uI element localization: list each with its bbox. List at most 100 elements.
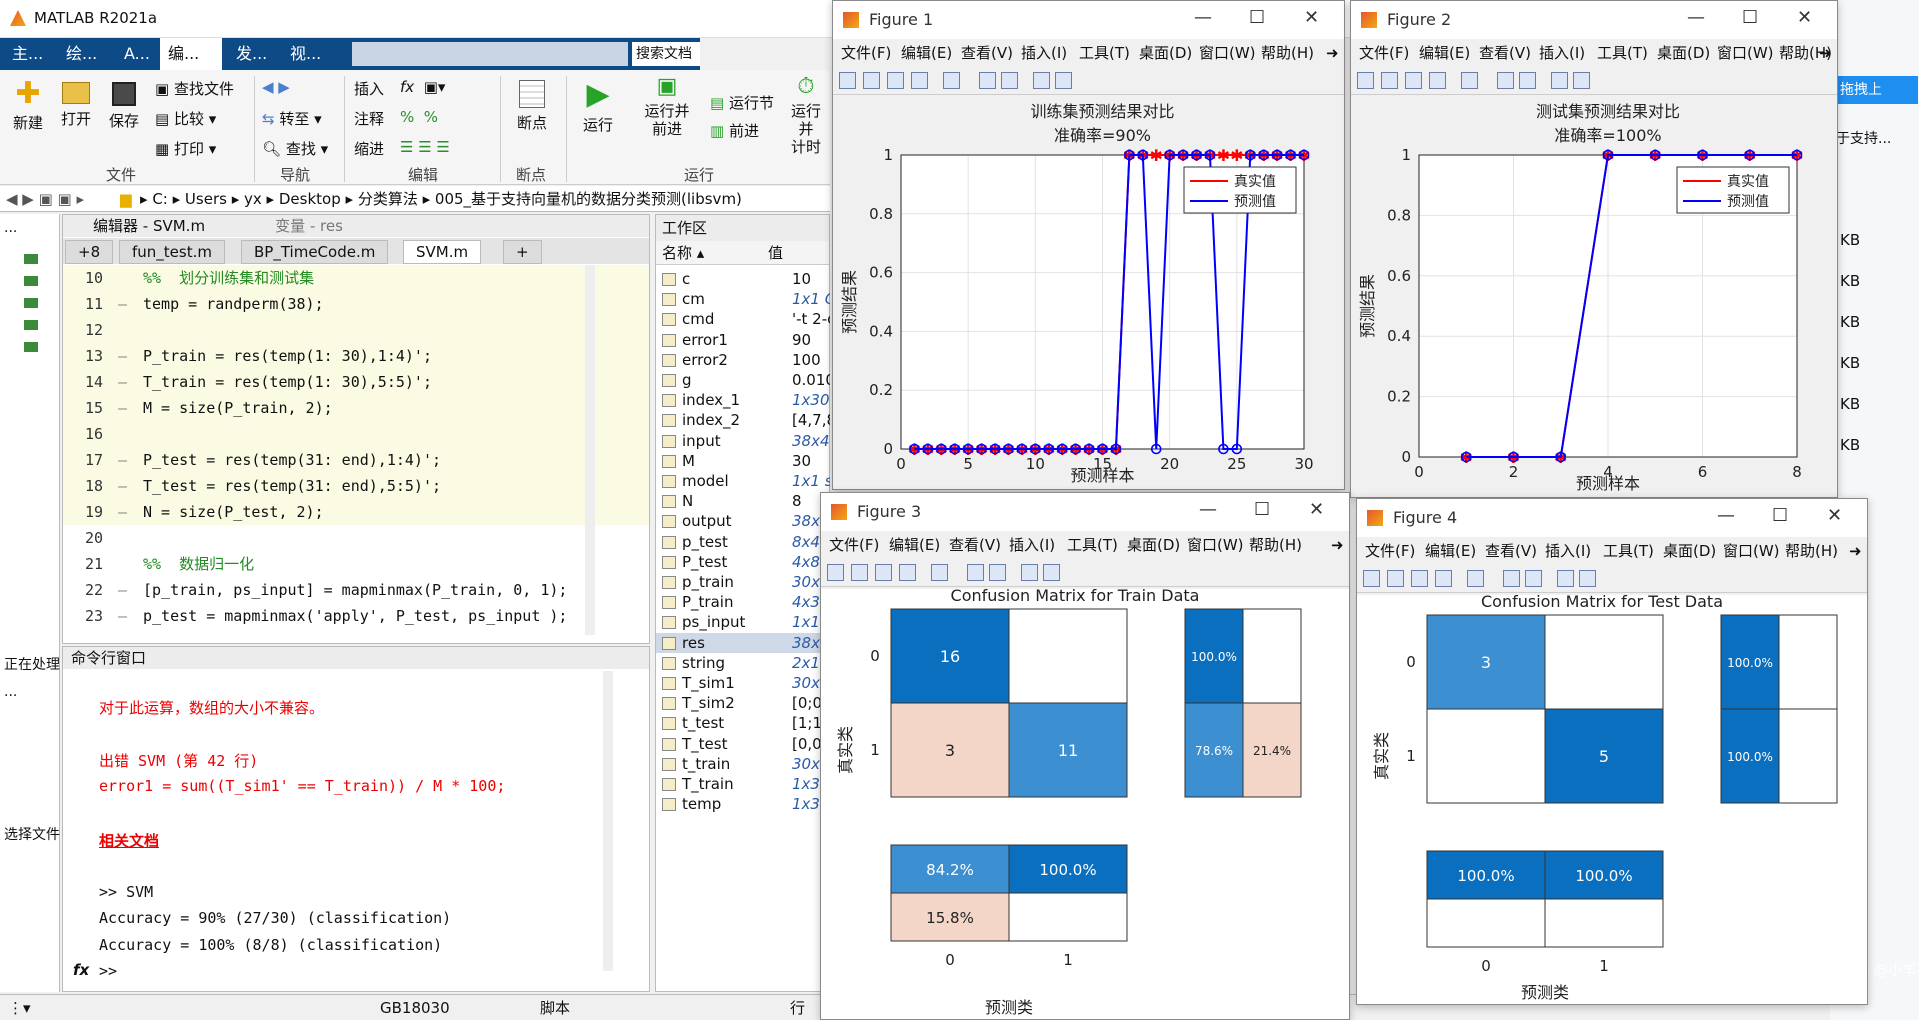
maximize-icon[interactable]: ☐ [1249, 7, 1265, 28]
workspace-row[interactable]: string 2x1 [656, 653, 829, 673]
matrix-cell[interactable] [1008, 608, 1128, 704]
code-line[interactable]: 18 — T_test = res(temp(31: end),5:5)'; [63, 473, 649, 499]
workspace-row[interactable]: output 38x [656, 511, 829, 531]
workspace-row[interactable]: model 1x1 struct [656, 471, 830, 491]
code-line[interactable]: 20 [63, 525, 649, 551]
tab-view[interactable]: 视... [282, 38, 329, 70]
workspace-row[interactable]: temp 1x3 [656, 794, 829, 814]
matrix-cell[interactable] [1426, 708, 1546, 804]
line-marker[interactable]: — [118, 447, 127, 473]
toolbar-icon[interactable] [1043, 564, 1060, 581]
find-files-button[interactable]: ▣ 查找文件 [155, 78, 234, 99]
menu-item[interactable]: 文件(F) [829, 531, 879, 559]
menu-item[interactable]: 查看(V) [1485, 537, 1537, 565]
tab-home[interactable]: 主... [4, 38, 51, 70]
toolbar-icon[interactable] [1381, 72, 1398, 89]
drag-upload-button[interactable]: 拖拽上 [1834, 76, 1918, 104]
toolbar-icon[interactable] [899, 564, 916, 581]
code-line[interactable]: 23 — p_test = mapminmax('apply', P_test, p… [63, 603, 649, 629]
search-input[interactable]: 搜索文档 [632, 42, 700, 66]
toolbar-icon[interactable] [1551, 72, 1568, 89]
workspace-row[interactable]: T_sim2 [0;0 [656, 693, 829, 713]
minimize-icon[interactable]: — [1717, 505, 1735, 526]
menu-item[interactable]: 文件(F) [1359, 39, 1409, 67]
comment-percent-icon[interactable]: % % [400, 108, 438, 126]
code-line[interactable]: 22 — [p_train, ps_input] = mapminmax(P_tra… [63, 577, 649, 603]
tab-plots[interactable]: 绘... [58, 38, 105, 70]
comment-button[interactable]: 注释 [354, 108, 384, 129]
toolbar-icon[interactable] [1573, 72, 1590, 89]
workspace-row[interactable]: t_test [1;1 [656, 713, 829, 733]
nav-arrows-icon[interactable]: ◀ ▶ ▣ ▣ ▸ [6, 186, 84, 212]
toolbar-icon[interactable] [1525, 570, 1542, 587]
code-line[interactable]: 14 — T_train = res(temp(1: 30),5:5)'; [63, 369, 649, 395]
workspace-row[interactable]: input 38x4 [656, 431, 830, 451]
workspace-row[interactable]: t_train 30x [656, 754, 829, 774]
add-tab-button[interactable]: + [503, 240, 542, 264]
workspace-row[interactable]: T_sim1 30x [656, 673, 829, 693]
toolbar-icon[interactable] [851, 564, 868, 581]
related-docs-link[interactable]: 相关文档 [99, 830, 159, 851]
code-line[interactable]: 17 — P_test = res(temp(31: end),1:4)'; [63, 447, 649, 473]
menu-overflow-icon[interactable]: ➜ [1819, 39, 1832, 67]
code-line[interactable]: 15 — M = size(P_train, 2); [63, 395, 649, 421]
toolbar-icon[interactable] [1519, 72, 1536, 89]
breakpoints-button[interactable]: 断点 [510, 76, 554, 133]
code-line[interactable]: 16 [63, 421, 649, 447]
col-summary-cell[interactable] [1426, 898, 1546, 948]
code-line[interactable]: 19 — N = size(P_test, 2); [63, 499, 649, 525]
workspace-row[interactable]: ps_input 1x1 [656, 612, 829, 632]
minimize-icon[interactable]: — [1199, 499, 1217, 520]
maximize-icon[interactable]: ☐ [1772, 505, 1788, 526]
toolbar-icon[interactable] [1411, 570, 1428, 587]
menu-item[interactable]: 帮助(H) [1785, 537, 1838, 565]
variable-tab[interactable]: 变量 - res [275, 217, 343, 235]
command-output[interactable]: 对于此运算，数组的大小不兼容。 出错 SVM (第 42 行) error1 = s… [63, 669, 623, 980]
workspace-row[interactable]: c 10 [656, 269, 829, 289]
save-button[interactable]: 保存 [104, 76, 144, 131]
toolbar-icon[interactable] [863, 72, 880, 89]
toolbar-icon[interactable] [1429, 72, 1446, 89]
menu-overflow-icon[interactable]: ➜ [1849, 537, 1862, 565]
workspace-row[interactable]: P_test 4x8 [656, 552, 829, 572]
menu-item[interactable]: 帮助(H) [1249, 531, 1302, 559]
indent-button[interactable]: 缩进 [354, 138, 384, 159]
menu-item[interactable]: 查看(V) [961, 39, 1013, 67]
menu-item[interactable]: 文件(F) [841, 39, 891, 67]
toolbar-icon[interactable] [1557, 570, 1574, 587]
line-marker[interactable]: — [118, 343, 127, 369]
menu-item[interactable]: 工具(T) [1079, 39, 1130, 67]
workspace-row[interactable]: p_test 8x4 [656, 532, 829, 552]
new-button[interactable]: ✚ 新建 [8, 76, 48, 133]
row-summary-cell[interactable] [1778, 708, 1838, 804]
workspace-row[interactable]: P_train 4x3 [656, 592, 829, 612]
menu-overflow-icon[interactable]: ➜ [1331, 531, 1344, 559]
line-marker[interactable]: — [118, 577, 127, 603]
advance-button[interactable]: ▥ 前进 [710, 120, 759, 141]
menu-item[interactable]: 桌面(D) [1139, 39, 1192, 67]
code-line[interactable]: 21 %% 数据归一化 [63, 551, 649, 577]
col-name[interactable]: 名称 ▴ [662, 241, 704, 265]
function-icon[interactable]: fx ▣▾ [400, 78, 445, 96]
toolbar-icon[interactable] [1357, 72, 1374, 89]
insert-button[interactable]: 插入 [354, 78, 384, 99]
menu-item[interactable]: 编辑(E) [1419, 39, 1470, 67]
menu-item[interactable]: 工具(T) [1603, 537, 1654, 565]
workspace-row[interactable]: T_test [0,0 [656, 734, 829, 754]
toolbar-icon[interactable] [1001, 72, 1018, 89]
workspace-row[interactable]: M 30 [656, 451, 829, 471]
maximize-icon[interactable]: ☐ [1254, 499, 1270, 520]
menu-item[interactable]: 查看(V) [949, 531, 1001, 559]
minimize-icon[interactable]: — [1194, 7, 1212, 28]
line-marker[interactable]: — [118, 395, 127, 421]
toolbar-icon[interactable] [989, 564, 1006, 581]
run-time-button[interactable]: ⏱ 运行并 计时 [784, 72, 828, 156]
line-marker[interactable]: — [118, 369, 127, 395]
command-scrollbar[interactable] [603, 671, 613, 971]
workspace-row[interactable]: N8 [656, 491, 829, 511]
menu-item[interactable]: 桌面(D) [1127, 531, 1180, 559]
toolbar-icon[interactable] [1055, 72, 1072, 89]
menu-item[interactable]: 窗口(W) [1187, 531, 1244, 559]
menu-item[interactable]: 窗口(W) [1723, 537, 1780, 565]
close-icon[interactable]: ✕ [1827, 505, 1842, 526]
